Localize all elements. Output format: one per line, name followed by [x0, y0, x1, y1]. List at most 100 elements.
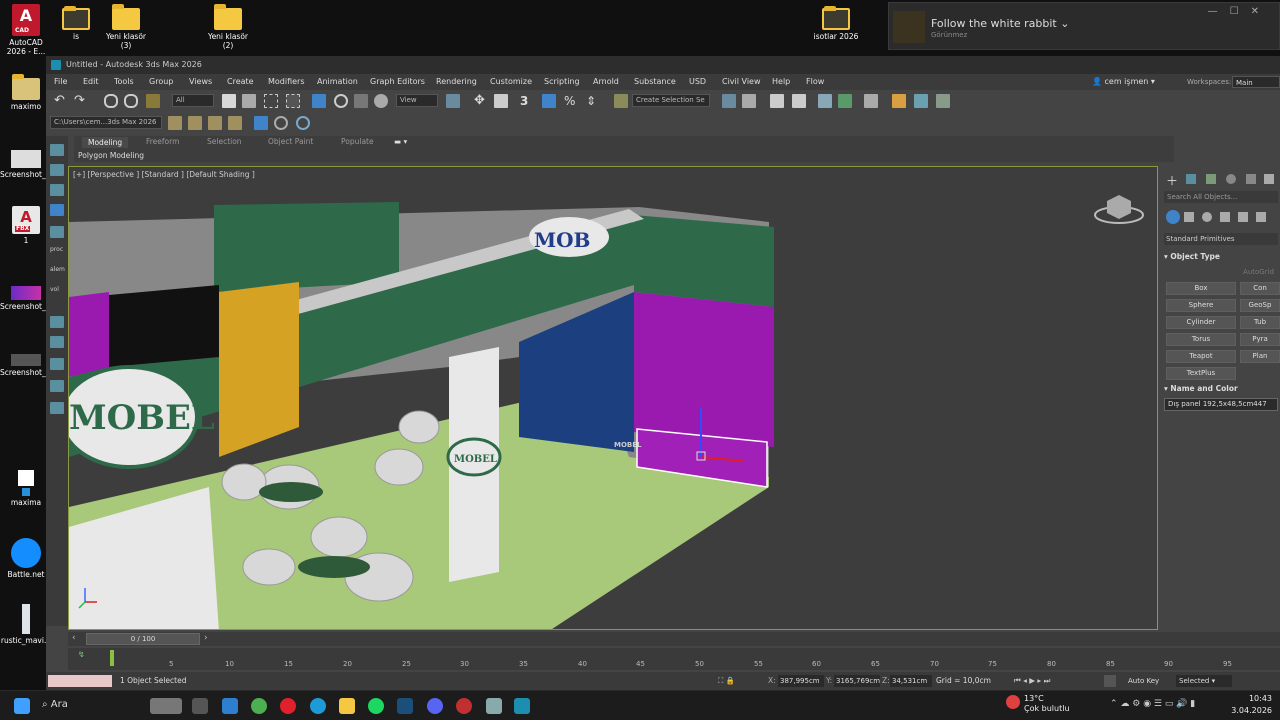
system-tray-icons[interactable]: ⌃ ☁ ⚙ ◉ ☰ ▭ 🔊 ▮: [1110, 699, 1195, 709]
cylinder-button[interactable]: Cylinder: [1166, 316, 1236, 329]
spotify-notification[interactable]: Follow the white rabbit ⌄ Görünmez —☐✕: [888, 2, 1280, 50]
scale-icon[interactable]: [354, 94, 368, 108]
place-icon[interactable]: [374, 94, 388, 108]
menu-file[interactable]: File: [54, 74, 67, 90]
playback-controls[interactable]: ⏮ ◂ ▶ ▸ ⏭: [1014, 672, 1050, 690]
link-icon[interactable]: [104, 94, 118, 108]
clock[interactable]: 10:43 3.04.2026: [1231, 693, 1272, 717]
tool-icon[interactable]: [50, 164, 64, 176]
task-view-icon[interactable]: [192, 698, 208, 714]
keyboard-shortcut-icon[interactable]: [494, 94, 508, 108]
rendered-frame-icon[interactable]: [914, 94, 928, 108]
category-dropdown[interactable]: Standard Primitives: [1164, 233, 1278, 245]
name-color-rollout[interactable]: ▾ Name and Color: [1164, 384, 1278, 393]
track-bar-key-icon[interactable]: ↯: [78, 650, 85, 659]
user-account-menu[interactable]: 👤 cem işmen ▾: [1092, 74, 1155, 90]
z-coordinate-field[interactable]: 34,531cm: [890, 675, 932, 687]
menu-usd[interactable]: USD: [689, 74, 706, 90]
ribbon-options-icon[interactable]: ▬ ▾: [394, 137, 407, 146]
tool-icon[interactable]: [50, 358, 64, 370]
menu-scripting[interactable]: Scripting: [544, 74, 580, 90]
viewcube-box[interactable]: [1107, 195, 1131, 219]
viewport-scene[interactable]: MOBEL MOB MOBEL MOBEL: [69, 167, 1158, 630]
render-production-icon[interactable]: [936, 94, 950, 108]
menu-rendering[interactable]: Rendering: [436, 74, 477, 90]
teapot-button[interactable]: Teapot: [1166, 350, 1236, 363]
motion-tab-icon[interactable]: [1226, 174, 1236, 184]
ribbon-toggle-icon[interactable]: [792, 94, 806, 108]
select-manipulate-icon[interactable]: ✥: [474, 94, 488, 108]
desktop-icon-screenshot-3[interactable]: Screenshot_...: [0, 354, 53, 377]
undo-icon[interactable]: ↶: [54, 94, 68, 108]
desktop-icon-autocad[interactable]: A CAD AutoCAD 2026 - E...: [0, 4, 52, 56]
viewcube[interactable]: [1094, 195, 1144, 224]
ref-coord-dropdown[interactable]: View: [396, 94, 438, 107]
steam-icon[interactable]: [397, 698, 413, 714]
viewport-label[interactable]: [+] [Perspective ] [Standard ] [Default …: [73, 170, 255, 179]
object-type-rollout[interactable]: ▾ Object Type: [1164, 252, 1278, 261]
geometry-icon[interactable]: [1166, 210, 1180, 224]
schematic-view-icon[interactable]: [838, 94, 852, 108]
menu-create[interactable]: Create: [227, 74, 254, 90]
menu-modifiers[interactable]: Modifiers: [268, 74, 305, 90]
ribbon-tab-modeling[interactable]: Modeling: [82, 137, 129, 148]
tool-icon[interactable]: [50, 204, 64, 216]
layer-tool-icon[interactable]: [188, 116, 202, 130]
layer-tool-icon[interactable]: [228, 116, 242, 130]
layer-explorer-icon[interactable]: [770, 94, 784, 108]
layer-tool-icon[interactable]: [208, 116, 222, 130]
menu-substance[interactable]: Substance: [634, 74, 676, 90]
desktop-icon-screenshot-1[interactable]: Screenshot_...: [0, 150, 53, 179]
menu-edit[interactable]: Edit: [83, 74, 99, 90]
time-slider[interactable]: ‹ 0 / 100 ›: [68, 632, 1280, 646]
desktop-icon-maximo[interactable]: maximo: [0, 74, 52, 111]
desktop-icon-fbx[interactable]: A FBX 1: [0, 206, 52, 245]
file-explorer-icon[interactable]: [339, 698, 355, 714]
menu-views[interactable]: Views: [189, 74, 212, 90]
auto-key-button[interactable]: Auto Key: [1128, 672, 1159, 690]
chevron-down-icon[interactable]: ⌄: [1060, 17, 1069, 30]
material-editor-icon[interactable]: [864, 94, 878, 108]
maxscript-listener[interactable]: [48, 675, 112, 687]
textplus-button[interactable]: TextPlus: [1166, 367, 1236, 380]
menu-customize[interactable]: Customize: [490, 74, 532, 90]
project-path-dropdown[interactable]: C:\Users\cem...3ds Max 2026: [50, 116, 162, 129]
rect-selection-icon[interactable]: [264, 94, 278, 108]
object-name-input[interactable]: Dış panel 192,5x48,5cm447: [1164, 398, 1278, 411]
plane-button[interactable]: Plan: [1240, 350, 1280, 363]
weather-icon[interactable]: [1006, 695, 1020, 709]
chevron-right-icon[interactable]: ›: [204, 633, 208, 643]
time-slider-handle[interactable]: 0 / 100: [86, 633, 200, 645]
windows-start-icon[interactable]: [14, 698, 30, 714]
modify-tab-icon[interactable]: [1186, 174, 1196, 184]
isolate-selection-icon[interactable]: [254, 116, 268, 130]
redo-icon[interactable]: ↷: [74, 94, 88, 108]
current-frame-marker[interactable]: [110, 650, 114, 666]
rotate-icon[interactable]: [334, 94, 348, 108]
chevron-left-icon[interactable]: ‹: [72, 633, 76, 643]
tool-icon[interactable]: [50, 184, 64, 196]
select-object-icon[interactable]: [222, 94, 236, 108]
tool-icon[interactable]: [50, 144, 64, 156]
sync-icon[interactable]: [296, 116, 310, 130]
curve-editor-icon[interactable]: [818, 94, 832, 108]
lock-selection-icon[interactable]: ⛶ 🔒: [718, 672, 735, 690]
script-proc-button[interactable]: proc: [50, 246, 64, 258]
tool-icon[interactable]: [50, 402, 64, 414]
utilities-tab-icon[interactable]: [1264, 174, 1274, 184]
create-tab-icon[interactable]: ＋: [1166, 172, 1178, 189]
search-highlight-image[interactable]: [150, 698, 182, 714]
cameras-icon[interactable]: [1220, 212, 1230, 222]
workspace-dropdown[interactable]: Main Toolbar: [1232, 76, 1280, 99]
chrome-icon[interactable]: [251, 698, 267, 714]
script-vol-button[interactable]: vol: [50, 286, 64, 298]
ribbon-tab-selection[interactable]: Selection: [207, 137, 242, 146]
bind-spacewarp-icon[interactable]: [146, 94, 160, 108]
autogrid-checkbox[interactable]: AutoGrid: [1164, 268, 1278, 276]
weather-widget[interactable]: 13°C Çok bulutlu: [1024, 694, 1070, 714]
tool-icon[interactable]: [50, 336, 64, 348]
sphere-button[interactable]: Sphere: [1166, 299, 1236, 312]
align-icon[interactable]: [742, 94, 756, 108]
ribbon-tab-freeform[interactable]: Freeform: [146, 137, 179, 146]
ribbon-panel-polygon-modeling[interactable]: Polygon Modeling: [78, 151, 144, 160]
